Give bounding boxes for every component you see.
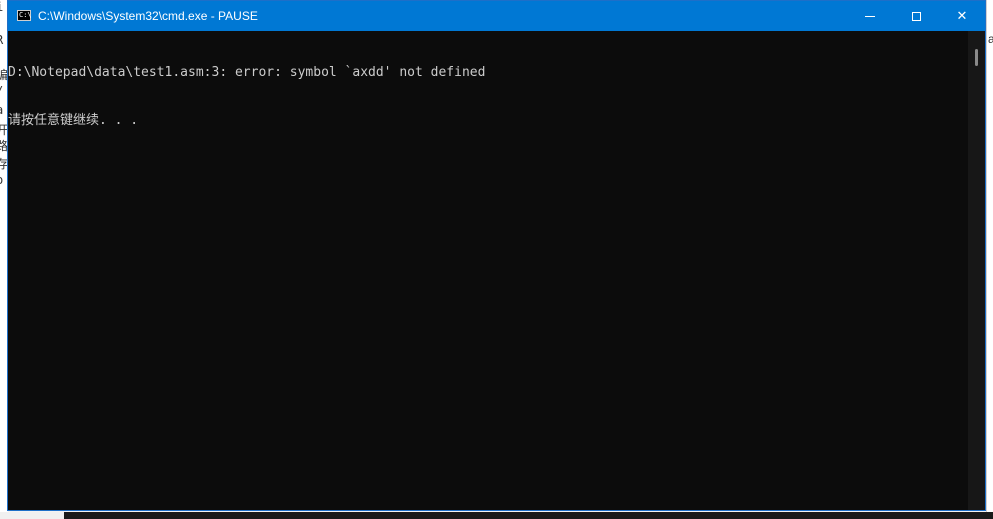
background-text-fragment: a bbox=[988, 32, 993, 46]
background-taskbar-edge bbox=[64, 512, 993, 519]
cmd-icon-text: C:\ bbox=[19, 11, 32, 19]
console-line-pause-prompt: 请按任意键继续. . . bbox=[8, 113, 139, 128]
window-title: C:\Windows\System32\cmd.exe - PAUSE bbox=[38, 9, 258, 23]
scrollbar-thumb[interactable] bbox=[975, 49, 978, 66]
maximize-button[interactable] bbox=[893, 1, 939, 31]
background-app-right: a bbox=[986, 0, 993, 519]
close-icon: ✕ bbox=[956, 8, 968, 24]
console-output[interactable]: D:\Notepad\data\test1.asm:3: error: symb… bbox=[8, 31, 968, 510]
background-text-fragment: i bbox=[0, 0, 3, 14]
minimize-button[interactable] bbox=[847, 1, 893, 31]
background-text-fragment: R bbox=[0, 33, 3, 47]
cmd-icon[interactable]: C:\ bbox=[17, 10, 32, 21]
vertical-scrollbar[interactable] bbox=[968, 31, 985, 510]
background-text-fragment: / bbox=[0, 84, 3, 98]
console-line-error: D:\Notepad\data\test1.asm:3: error: symb… bbox=[8, 65, 486, 80]
maximize-icon bbox=[911, 11, 921, 21]
minimize-icon bbox=[865, 15, 875, 17]
close-button[interactable]: ✕ bbox=[939, 1, 985, 31]
title-bar[interactable]: C:\ C:\Windows\System32\cmd.exe - PAUSE … bbox=[8, 1, 985, 31]
background-text-fragment: a bbox=[0, 103, 3, 117]
background-text-fragment: o bbox=[0, 173, 3, 187]
cmd-window: C:\ C:\Windows\System32\cmd.exe - PAUSE … bbox=[7, 0, 986, 511]
background-app-bottom bbox=[0, 512, 993, 519]
